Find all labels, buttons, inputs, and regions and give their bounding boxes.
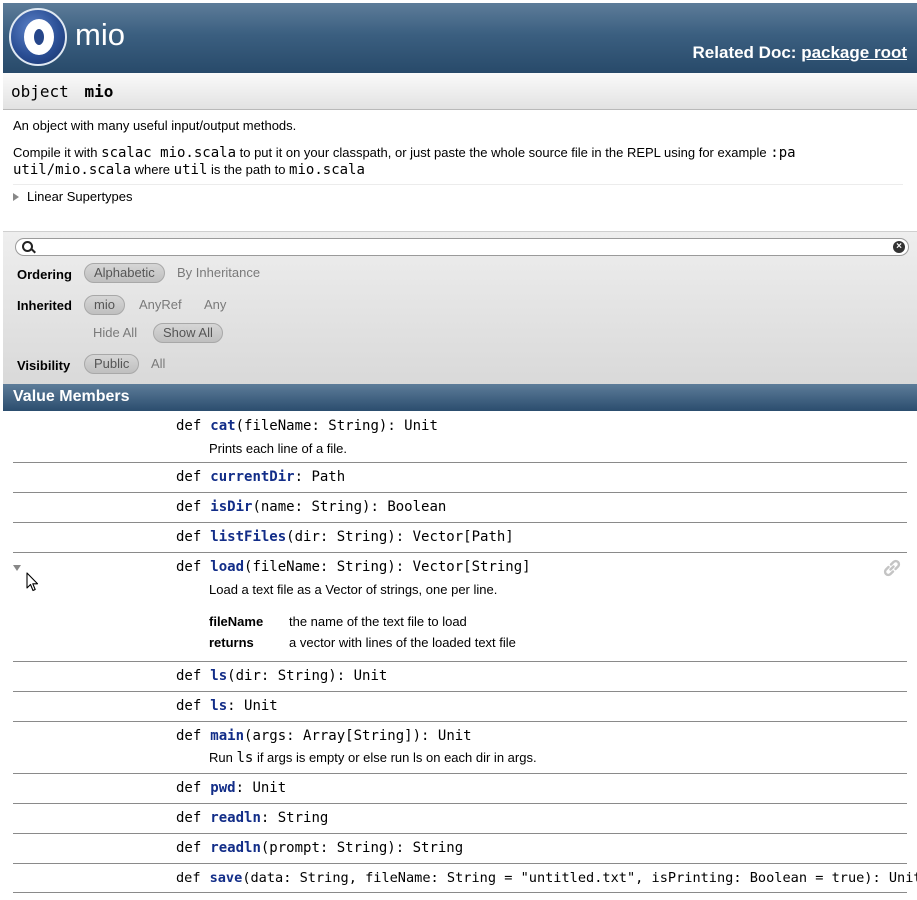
related-doc: Related Doc: package root bbox=[693, 43, 907, 63]
param-text: the name of the text file to load bbox=[289, 614, 467, 629]
member-pwd[interactable]: def pwd: Unit bbox=[13, 774, 907, 804]
linear-supertypes-toggle[interactable]: Linear Supertypes bbox=[13, 189, 133, 204]
member-signature: def load(fileName: String): Vector[String… bbox=[176, 559, 531, 575]
member-isdir[interactable]: def isDir(name: String): Boolean bbox=[13, 493, 907, 523]
search-box: × bbox=[15, 238, 909, 256]
ordering-by-inheritance[interactable]: By Inheritance bbox=[168, 263, 269, 283]
member-name-link[interactable]: readln bbox=[210, 840, 261, 856]
member-name-link[interactable]: isDir bbox=[210, 499, 252, 515]
member-readln[interactable]: def readln: String bbox=[13, 804, 907, 834]
member-signature: def save(data: String, fileName: String =… bbox=[176, 870, 917, 886]
ordering-label: Ordering bbox=[17, 267, 72, 282]
param-name: fileName bbox=[209, 614, 264, 629]
member-signature: def isDir(name: String): Boolean bbox=[176, 499, 447, 515]
member-signature: def currentDir: Path bbox=[176, 469, 346, 485]
inherited-any[interactable]: Any bbox=[195, 295, 235, 315]
search-icon bbox=[22, 241, 33, 252]
page-header: mio Related Doc: package root bbox=[3, 3, 917, 73]
inherited-mio[interactable]: mio bbox=[84, 295, 125, 315]
member-signature: def readln: String bbox=[176, 810, 329, 826]
permalink-icon[interactable] bbox=[882, 558, 902, 578]
object-comment: An object with many useful input/output … bbox=[13, 118, 903, 185]
visibility-label: Visibility bbox=[17, 358, 71, 373]
ordering-alphabetic[interactable]: Alphabetic bbox=[84, 263, 165, 283]
member-name-link[interactable]: readln bbox=[210, 810, 261, 826]
member-name-link[interactable]: ls bbox=[210, 668, 227, 684]
member-description: Prints each line of a file. bbox=[209, 441, 348, 456]
search-input[interactable] bbox=[38, 240, 878, 254]
page-title: mio bbox=[75, 17, 125, 52]
returns-text: a vector with lines of the loaded text f… bbox=[289, 635, 516, 650]
show-all-button[interactable]: Show All bbox=[153, 323, 223, 343]
member-load[interactable]: def load(fileName: String): Vector[String… bbox=[13, 553, 907, 662]
value-members-title: Value Members bbox=[13, 388, 130, 405]
signature-bar: object mio bbox=[3, 73, 917, 110]
member-name-link[interactable]: cat bbox=[210, 418, 235, 434]
member-name-link[interactable]: save bbox=[210, 870, 243, 886]
member-name-link[interactable]: currentDir bbox=[210, 469, 294, 485]
visibility-public[interactable]: Public bbox=[84, 354, 140, 374]
member-currentdir[interactable]: def currentDir: Path bbox=[13, 463, 907, 493]
member-cat[interactable]: def cat(fileName: String): Unit Prints ea… bbox=[13, 412, 907, 463]
member-save[interactable]: def save(data: String, fileName: String =… bbox=[13, 864, 917, 893]
inherited-anyref[interactable]: AnyRef bbox=[130, 295, 191, 315]
member-signature: def ls: Unit bbox=[176, 698, 278, 714]
member-filter: × Ordering Alphabetic By Inheritance Inh… bbox=[3, 231, 917, 384]
object-name: mio bbox=[84, 82, 114, 101]
member-signature: def ls(dir: String): Unit bbox=[176, 668, 388, 684]
expand-arrow-icon bbox=[13, 193, 19, 201]
member-signature: def listFiles(dir: String): Vector[Path] bbox=[176, 529, 514, 545]
returns-label: returns bbox=[209, 635, 254, 650]
member-signature: def readln(prompt: String): String bbox=[176, 840, 464, 856]
object-keyword: object bbox=[11, 82, 69, 101]
member-signature: def pwd: Unit bbox=[176, 780, 287, 796]
comment-divider bbox=[13, 184, 903, 185]
member-listfiles[interactable]: def listFiles(dir: String): Vector[Path] bbox=[13, 523, 907, 553]
member-name-link[interactable]: load bbox=[210, 559, 244, 575]
collapse-arrow-icon[interactable] bbox=[13, 565, 21, 571]
member-name-link[interactable]: ls bbox=[210, 698, 227, 714]
member-signature: def cat(fileName: String): Unit bbox=[176, 418, 438, 434]
member-description: Run ls if args is empty or else run ls o… bbox=[209, 750, 537, 766]
inherited-label: Inherited bbox=[17, 298, 72, 313]
related-doc-label: Related Doc: bbox=[692, 43, 797, 62]
clear-search-icon[interactable]: × bbox=[893, 241, 905, 253]
member-signature: def main(args: Array[String]): Unit bbox=[176, 728, 472, 744]
member-name-link[interactable]: pwd bbox=[210, 780, 235, 796]
member-name-link[interactable]: main bbox=[210, 728, 244, 744]
comment-line-1: An object with many useful input/output … bbox=[13, 118, 297, 133]
hide-all-button[interactable]: Hide All bbox=[84, 323, 146, 343]
member-name-link[interactable]: listFiles bbox=[210, 529, 286, 545]
member-ls-dir[interactable]: def ls(dir: String): Unit bbox=[13, 662, 907, 692]
member-description: Load a text file as a Vector of strings,… bbox=[209, 582, 498, 597]
value-members-header: Value Members bbox=[3, 384, 917, 411]
member-main[interactable]: def main(args: Array[String]): Unit Run l… bbox=[13, 722, 907, 774]
object-logo-icon bbox=[9, 8, 67, 66]
member-readln-prompt[interactable]: def readln(prompt: String): String bbox=[13, 834, 907, 864]
package-root-link[interactable]: package root bbox=[801, 43, 907, 62]
visibility-all[interactable]: All bbox=[142, 354, 174, 374]
comment-line-2: Compile it with scalac mio.scala to put … bbox=[13, 145, 796, 178]
mouse-cursor-icon bbox=[26, 572, 39, 592]
member-ls[interactable]: def ls: Unit bbox=[13, 692, 907, 722]
linear-supertypes-label: Linear Supertypes bbox=[27, 189, 133, 204]
